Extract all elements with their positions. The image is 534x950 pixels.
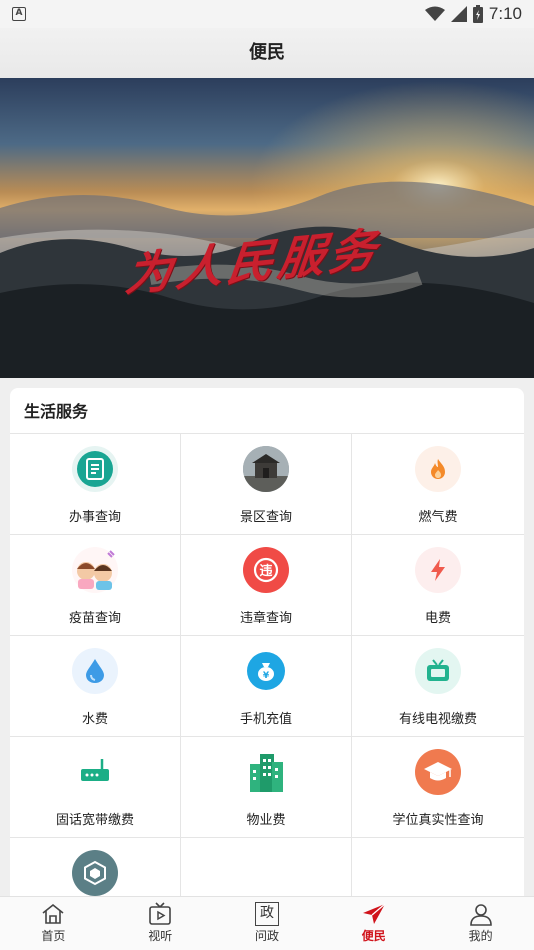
service-item-violation-query[interactable]: 违 违章查询: [181, 535, 352, 636]
tab-label: 我的: [468, 929, 493, 943]
svg-text:违: 违: [259, 563, 272, 579]
flame-icon: [415, 446, 461, 492]
router-icon: [72, 749, 118, 795]
lightning-icon: [415, 547, 461, 593]
tab-video[interactable]: 视听: [107, 897, 214, 950]
service-label: 有线电视缴费: [398, 712, 477, 727]
bottom-tab-bar: 首页 视听 政 问政 便民 我的: [0, 896, 534, 950]
service-item-vaccine-query[interactable]: 疫苗查询: [10, 535, 181, 636]
service-item-office-query[interactable]: 办事查询: [10, 434, 181, 535]
politics-icon: 政: [254, 902, 279, 926]
service-label: 水费: [81, 712, 108, 727]
tv-icon: [415, 648, 461, 694]
service-label: 固话宽带缴费: [55, 813, 134, 828]
video-icon: [149, 902, 171, 925]
page-title: 便民: [249, 42, 285, 63]
user-icon: [469, 904, 492, 926]
home-icon: [42, 903, 64, 924]
service-label: 手机充值: [239, 712, 292, 727]
service-item-cable-tv-fee[interactable]: 有线电视缴费: [352, 636, 524, 737]
tab-label: 问政: [254, 929, 279, 943]
document-icon: [72, 446, 118, 492]
service-item-scenic-query[interactable]: 景区查询: [181, 434, 352, 535]
service-label: 疫苗查询: [68, 611, 121, 626]
battery-icon: [472, 5, 483, 23]
service-label: 景区查询: [239, 510, 292, 525]
clock: 7:10: [488, 4, 522, 23]
life-services-card: 生活服务 办事查询 景区查询 燃气费 疫苗查询 违 违章查询 电费 水费 ¥ 手…: [10, 388, 524, 908]
scenic-photo-icon: [243, 446, 289, 492]
tab-label: 首页: [41, 929, 66, 943]
service-label: 违章查询: [239, 611, 292, 626]
notification-badge: A: [12, 7, 26, 21]
service-item-gas-fee[interactable]: 燃气费: [352, 434, 524, 535]
service-item-broadband-fee[interactable]: 固话宽带缴费: [10, 737, 181, 838]
service-item-electricity-fee[interactable]: 电费: [352, 535, 524, 636]
service-label: 学位真实性查询: [392, 813, 484, 828]
service-item-mobile-topup[interactable]: ¥ 手机充值: [181, 636, 352, 737]
tab-convenience[interactable]: 便民: [320, 897, 427, 950]
violation-icon: 违: [243, 547, 289, 593]
banner-carousel[interactable]: 为人民服务: [0, 78, 534, 378]
service-label: 燃气费: [418, 510, 458, 525]
vaccine-kids-icon: [72, 547, 118, 593]
water-drop-icon: [72, 648, 118, 694]
service-label: 办事查询: [68, 510, 121, 525]
svg-text:¥: ¥: [263, 671, 270, 681]
service-label: 物业费: [246, 813, 286, 828]
service-item-property-fee[interactable]: 物业费: [181, 737, 352, 838]
service-label: 电费: [424, 611, 451, 626]
tab-label: 便民: [361, 929, 386, 943]
tab-politics[interactable]: 政 问政: [214, 897, 321, 950]
service-grid: 办事查询 景区查询 燃气费 疫苗查询 违 违章查询 电费 水费 ¥ 手机充值 有…: [10, 434, 524, 908]
status-bar: A 7:10: [0, 0, 534, 28]
tab-label: 视听: [148, 929, 173, 943]
send-icon: [362, 903, 386, 924]
graduation-cap-icon: [415, 749, 461, 795]
section-title: 生活服务: [10, 388, 524, 434]
money-bag-icon: ¥: [247, 652, 285, 690]
building-icon: [243, 749, 289, 795]
signal-icon: [450, 6, 467, 22]
tab-home[interactable]: 首页: [0, 897, 107, 950]
app-header: 便民: [0, 28, 534, 78]
tab-mine[interactable]: 我的: [427, 897, 534, 950]
service-item-degree-verify[interactable]: 学位真实性查询: [352, 737, 524, 838]
status-indicators: 7:10: [424, 3, 522, 25]
wifi-icon: [424, 6, 445, 21]
hexagon-icon: [72, 850, 118, 896]
service-item-water-fee[interactable]: 水费: [10, 636, 181, 737]
